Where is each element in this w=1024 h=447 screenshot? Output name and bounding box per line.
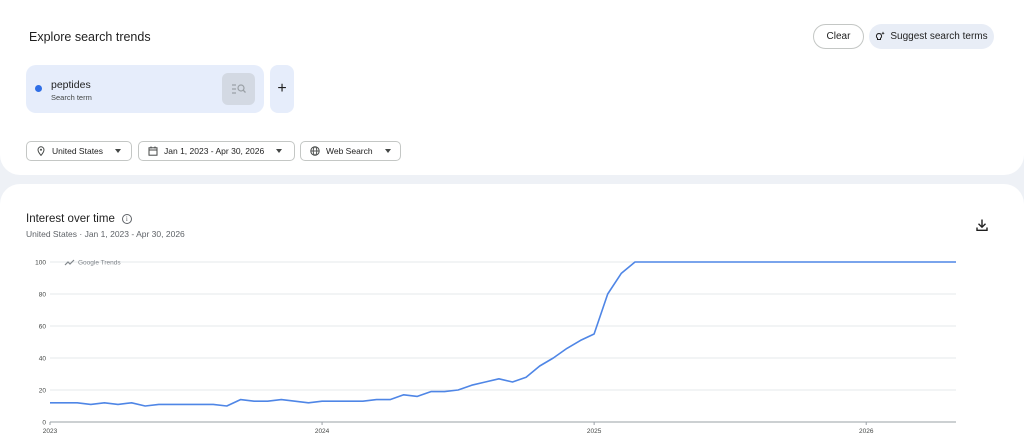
x-tick-label: 2025 <box>587 428 602 435</box>
chevron-down-icon <box>384 149 391 153</box>
y-tick-label: 40 <box>39 356 47 363</box>
series-line <box>50 261 956 407</box>
term-subtitle: Search term <box>51 93 92 102</box>
y-tick-label: 20 <box>39 388 47 395</box>
search-term-card[interactable]: peptides Search term <box>26 65 264 113</box>
x-tick-label: 2026 <box>859 428 874 435</box>
term-color-dot <box>35 85 42 92</box>
region-filter[interactable]: United States <box>26 141 132 161</box>
suggest-search-terms-button[interactable]: Suggest search terms <box>869 24 994 49</box>
sparkle-bulb-icon <box>876 31 886 40</box>
y-tick-label: 100 <box>35 260 46 267</box>
suggest-label: Suggest search terms <box>890 31 988 42</box>
search-list-icon[interactable] <box>222 73 255 105</box>
clear-button[interactable]: Clear <box>813 24 864 49</box>
date-range-filter[interactable]: Jan 1, 2023 - Apr 30, 2026 <box>138 141 295 161</box>
section-title-text: Interest over time <box>26 213 115 225</box>
property-value: Web Search <box>326 146 373 156</box>
y-tick-label: 80 <box>39 292 47 299</box>
region-value: United States <box>52 146 104 156</box>
info-icon[interactable]: i <box>121 214 132 224</box>
calendar-icon <box>148 146 158 156</box>
chevron-down-icon <box>115 149 122 153</box>
plus-icon: + <box>277 80 287 97</box>
add-term-button[interactable]: + <box>270 65 294 113</box>
property-filter[interactable]: Web Search <box>300 141 401 161</box>
location-pin-icon <box>37 146 45 156</box>
chart-watermark: Google Trends <box>78 260 121 267</box>
date-range-value: Jan 1, 2023 - Apr 30, 2026 <box>164 146 265 156</box>
globe-icon <box>310 146 320 156</box>
section-subtitle: United States · Jan 1, 2023 - Apr 30, 20… <box>26 229 185 239</box>
y-tick-label: 0 <box>42 420 46 427</box>
section-title: Interest over time i <box>26 213 132 225</box>
interest-over-time-chart: 0 20 40 60 80 100 2023 2024 2025 2026 Google Trend… <box>35 260 956 435</box>
y-tick-label: 60 <box>39 324 47 331</box>
page-title: Explore search trends <box>29 30 151 44</box>
x-tick-label: 2024 <box>315 428 330 435</box>
term-name: peptides <box>51 79 91 91</box>
x-tick-label: 2023 <box>43 428 58 435</box>
chevron-down-icon <box>276 149 283 153</box>
download-icon[interactable] <box>975 218 989 232</box>
